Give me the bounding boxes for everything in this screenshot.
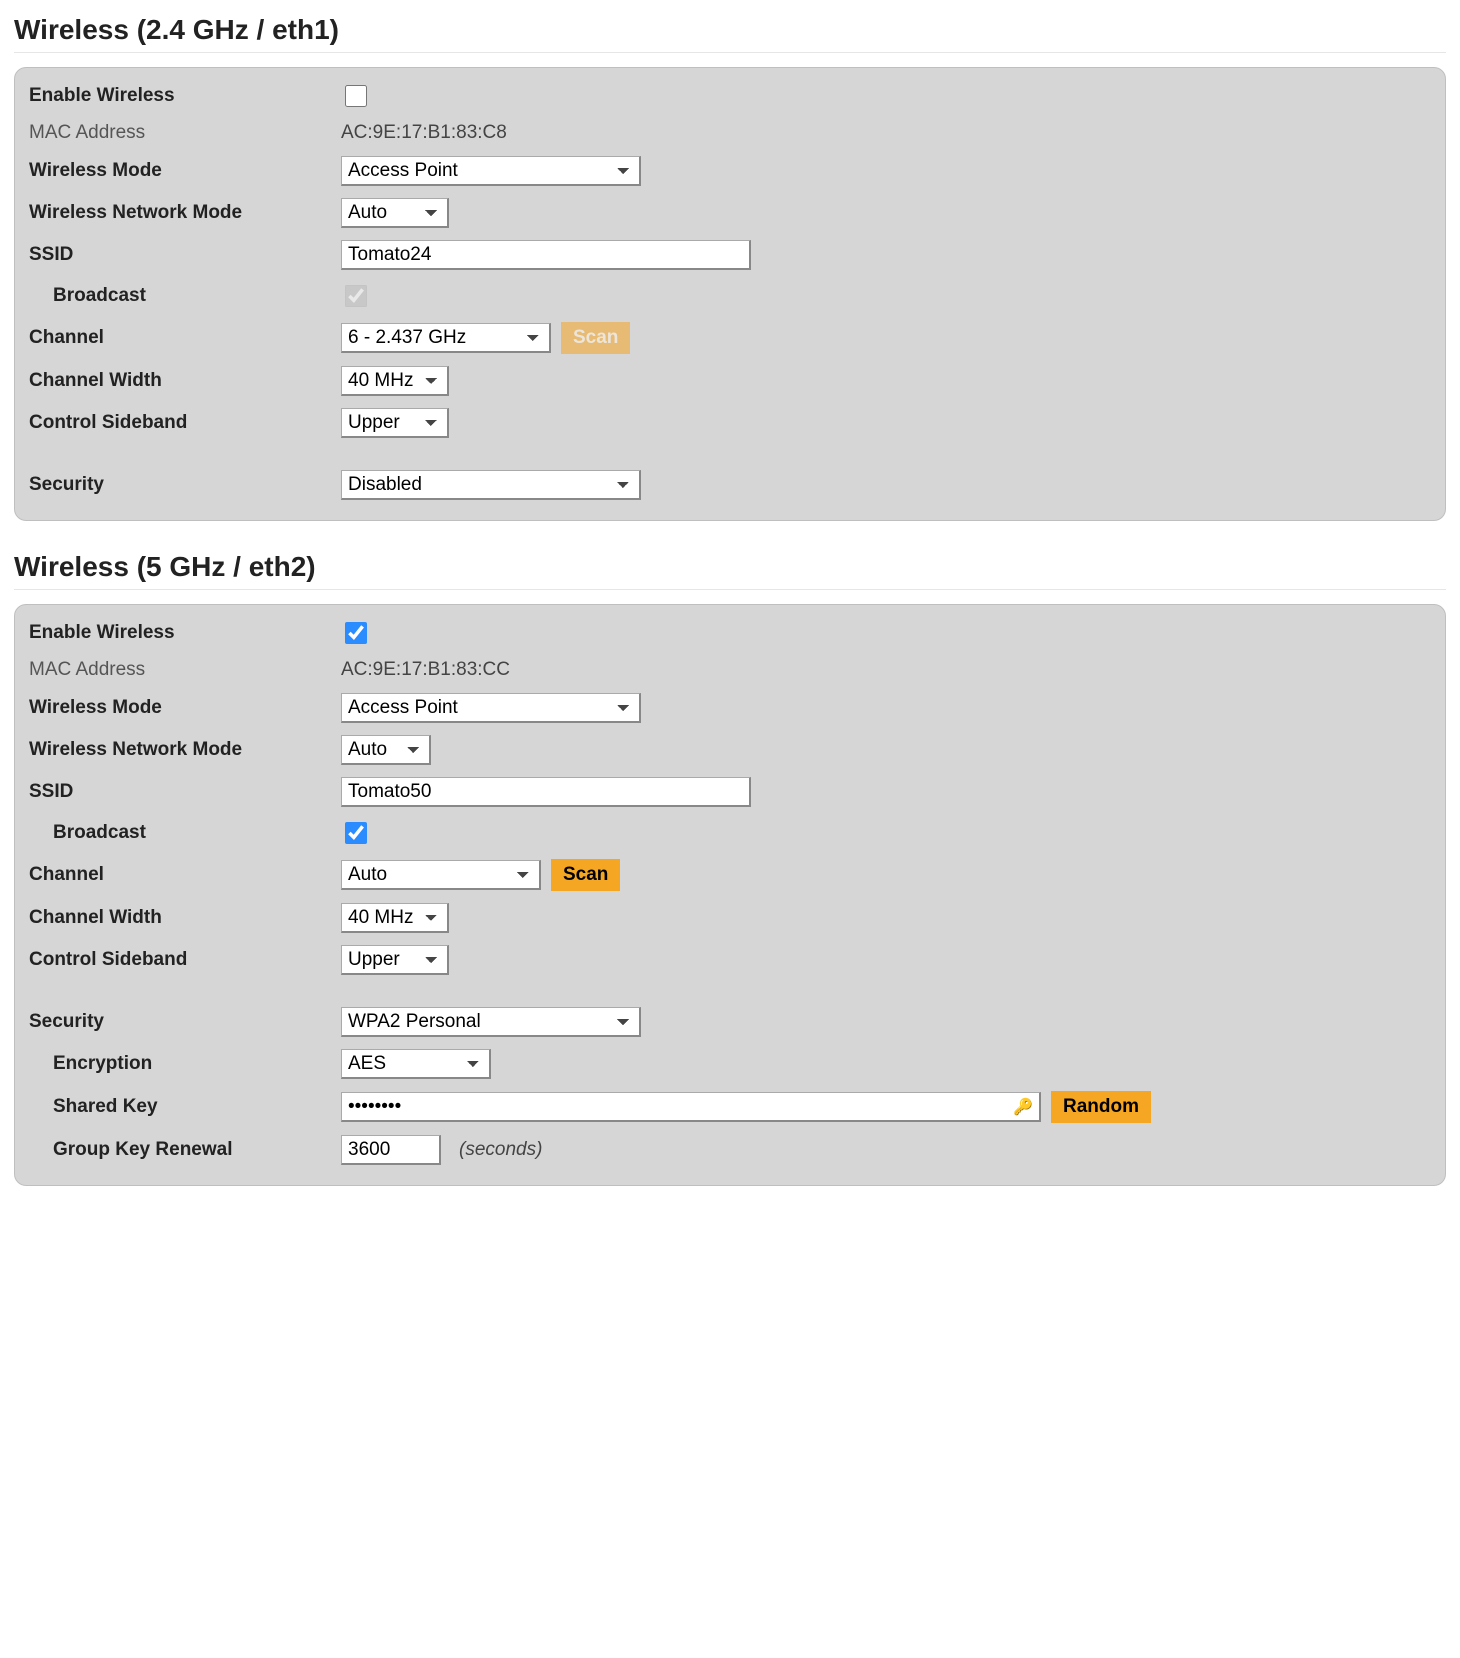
row-enable-wireless-5: Enable Wireless <box>25 613 1435 653</box>
row-broadcast-5: Broadcast <box>25 813 1435 853</box>
control-sideband-select-5[interactable]: Upper <box>341 945 449 975</box>
security-select-24[interactable]: Disabled <box>341 470 641 500</box>
label-channel-width: Channel Width <box>25 370 341 392</box>
label-channel: Channel <box>25 864 341 886</box>
label-ssid: SSID <box>25 781 341 803</box>
channel-width-select-24[interactable]: 40 MHz <box>341 366 449 396</box>
ssid-input-5[interactable] <box>341 777 751 807</box>
wireless-mode-select-5[interactable]: Access Point <box>341 693 641 723</box>
network-mode-select-24[interactable]: Auto <box>341 198 449 228</box>
wireless-mode-select-24[interactable]: Access Point <box>341 156 641 186</box>
row-network-mode-24: Wireless Network Mode Auto <box>25 192 1435 234</box>
section-divider-24 <box>14 52 1446 53</box>
encryption-select-5[interactable]: AES <box>341 1049 491 1079</box>
row-mac-24: MAC Address AC:9E:17:B1:83:C8 <box>25 116 1435 150</box>
row-channel-5: Channel Auto Scan <box>25 853 1435 897</box>
row-group-key-renewal-5: Group Key Renewal (seconds) <box>25 1129 1435 1171</box>
channel-select-5[interactable]: Auto <box>341 860 541 890</box>
label-mac-address: MAC Address <box>25 122 341 144</box>
label-broadcast: Broadcast <box>25 285 341 307</box>
section-divider-5 <box>14 589 1446 590</box>
scan-button-24[interactable]: Scan <box>561 322 630 354</box>
label-channel: Channel <box>25 327 341 349</box>
row-network-mode-5: Wireless Network Mode Auto <box>25 729 1435 771</box>
label-wireless-mode: Wireless Mode <box>25 697 341 719</box>
row-enable-wireless-24: Enable Wireless <box>25 76 1435 116</box>
row-security-5: Security WPA2 Personal <box>25 981 1435 1043</box>
row-control-sideband-5: Control Sideband Upper <box>25 939 1435 981</box>
label-control-sideband: Control Sideband <box>25 949 341 971</box>
row-mac-5: MAC Address AC:9E:17:B1:83:CC <box>25 653 1435 687</box>
row-channel-24: Channel 6 - 2.437 GHz Scan <box>25 316 1435 360</box>
label-group-key-renewal: Group Key Renewal <box>25 1139 341 1161</box>
label-channel-width: Channel Width <box>25 907 341 929</box>
label-control-sideband: Control Sideband <box>25 412 341 434</box>
mac-address-value-5: AC:9E:17:B1:83:CC <box>341 659 510 681</box>
row-ssid-24: SSID <box>25 234 1435 276</box>
label-security: Security <box>25 474 341 496</box>
seconds-label: (seconds) <box>459 1139 542 1161</box>
random-button-5[interactable]: Random <box>1051 1091 1151 1123</box>
broadcast-checkbox-5[interactable] <box>345 822 367 844</box>
row-channel-width-24: Channel Width 40 MHz <box>25 360 1435 402</box>
channel-select-24[interactable]: 6 - 2.437 GHz <box>341 323 551 353</box>
row-channel-width-5: Channel Width 40 MHz <box>25 897 1435 939</box>
row-wireless-mode-24: Wireless Mode Access Point <box>25 150 1435 192</box>
panel-24: Enable Wireless MAC Address AC:9E:17:B1:… <box>14 67 1446 521</box>
row-encryption-5: Encryption AES <box>25 1043 1435 1085</box>
scan-button-5[interactable]: Scan <box>551 859 620 891</box>
channel-width-select-5[interactable]: 40 MHz <box>341 903 449 933</box>
label-shared-key: Shared Key <box>25 1096 341 1118</box>
label-mac-address: MAC Address <box>25 659 341 681</box>
network-mode-select-5[interactable]: Auto <box>341 735 431 765</box>
shared-key-input-5[interactable] <box>341 1092 1041 1122</box>
label-wireless-network-mode: Wireless Network Mode <box>25 202 341 224</box>
enable-wireless-checkbox-24[interactable] <box>345 85 367 107</box>
label-wireless-network-mode: Wireless Network Mode <box>25 739 341 761</box>
label-security: Security <box>25 1011 341 1033</box>
section-title-24: Wireless (2.4 GHz / eth1) <box>14 14 1446 46</box>
label-enable-wireless: Enable Wireless <box>25 622 341 644</box>
security-select-5[interactable]: WPA2 Personal <box>341 1007 641 1037</box>
label-wireless-mode: Wireless Mode <box>25 160 341 182</box>
row-ssid-5: SSID <box>25 771 1435 813</box>
group-key-renewal-input-5[interactable] <box>341 1135 441 1165</box>
broadcast-checkbox-24[interactable] <box>345 285 367 307</box>
section-title-5: Wireless (5 GHz / eth2) <box>14 551 1446 583</box>
ssid-input-24[interactable] <box>341 240 751 270</box>
row-broadcast-24: Broadcast <box>25 276 1435 316</box>
row-security-24: Security Disabled <box>25 444 1435 506</box>
control-sideband-select-24[interactable]: Upper <box>341 408 449 438</box>
label-enable-wireless: Enable Wireless <box>25 85 341 107</box>
label-broadcast: Broadcast <box>25 822 341 844</box>
row-shared-key-5: Shared Key 🔑 Random <box>25 1085 1435 1129</box>
panel-5: Enable Wireless MAC Address AC:9E:17:B1:… <box>14 604 1446 1186</box>
label-encryption: Encryption <box>25 1053 341 1075</box>
enable-wireless-checkbox-5[interactable] <box>345 622 367 644</box>
row-control-sideband-24: Control Sideband Upper <box>25 402 1435 444</box>
mac-address-value-24: AC:9E:17:B1:83:C8 <box>341 122 507 144</box>
row-wireless-mode-5: Wireless Mode Access Point <box>25 687 1435 729</box>
label-ssid: SSID <box>25 244 341 266</box>
